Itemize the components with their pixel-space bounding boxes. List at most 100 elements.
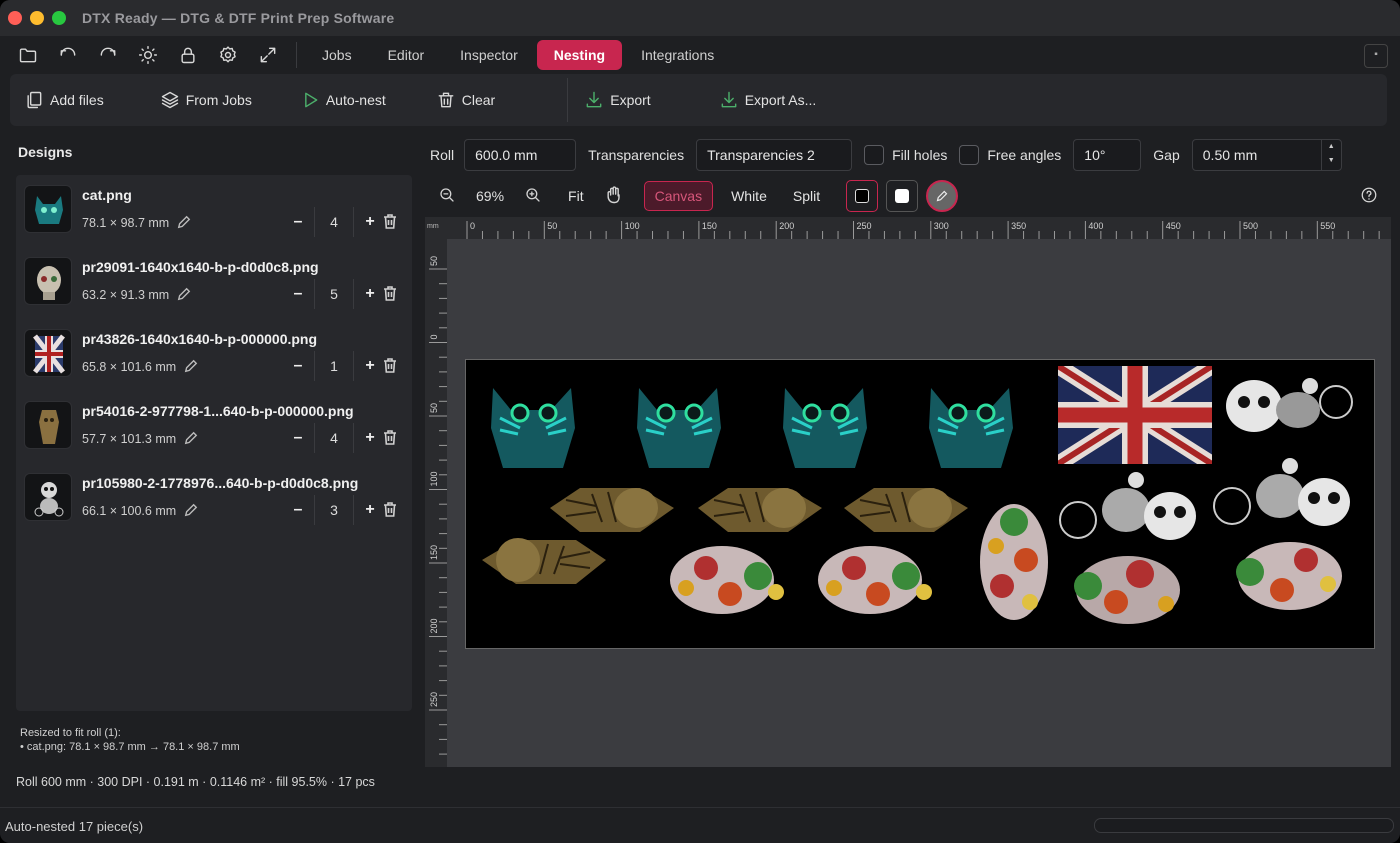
designs-list[interactable]: cat.png 78.1 × 98.7 mm – 4 + pr29091-164…: [16, 175, 412, 711]
ruler-label: 50: [429, 403, 439, 413]
zoom-in-button[interactable]: [524, 186, 542, 207]
nested-piece-cat[interactable]: [916, 368, 1026, 478]
remove-design-button[interactable]: [382, 357, 398, 377]
tab-integrations[interactable]: Integrations: [624, 40, 731, 70]
decrease-quantity-button[interactable]: –: [288, 285, 308, 303]
custom-color-button[interactable]: [926, 180, 959, 212]
increase-quantity-button[interactable]: +: [360, 285, 380, 303]
black-background-button[interactable]: [846, 180, 879, 212]
decrease-quantity-button[interactable]: –: [288, 357, 308, 375]
play-icon: [304, 92, 318, 108]
nested-piece-tiger[interactable]: [474, 528, 610, 594]
quantity-value[interactable]: 4: [314, 423, 354, 453]
nested-piece-tiger[interactable]: [840, 478, 972, 540]
design-item[interactable]: cat.png 78.1 × 98.7 mm – 4 +: [16, 175, 412, 243]
spin-up-icon[interactable]: ▲: [1322, 140, 1341, 154]
decrease-quantity-button[interactable]: –: [288, 429, 308, 447]
action-bar: Add files From Jobs Auto-nest Clear Expo…: [10, 74, 1387, 126]
quantity-value[interactable]: 1: [314, 351, 354, 381]
increase-quantity-button[interactable]: +: [360, 213, 380, 231]
quantity-value[interactable]: 4: [314, 207, 354, 237]
from-jobs-button[interactable]: From Jobs: [160, 74, 252, 126]
help-button[interactable]: [1360, 186, 1378, 207]
title-bar: DTX Ready — DTG & DTF Print Prep Softwar…: [0, 0, 1400, 36]
design-item[interactable]: pr43826-1640x1640-b-p-000000.png 65.8 × …: [16, 319, 412, 387]
fill-holes-checkbox[interactable]: [864, 145, 885, 165]
remove-design-button[interactable]: [382, 501, 398, 521]
canvas-mode-button[interactable]: Canvas: [643, 181, 714, 211]
export-as-button[interactable]: Export As...: [719, 74, 816, 126]
nested-piece-tiger[interactable]: [694, 478, 826, 540]
lock-button[interactable]: [168, 36, 208, 74]
free-angles-checkbox[interactable]: [959, 145, 980, 165]
split-mode-button[interactable]: Split: [783, 182, 830, 210]
panel-toggle-button[interactable]: ▪: [1364, 44, 1388, 68]
design-item[interactable]: pr29091-1640x1640-b-p-d0d0c8.png 63.2 × …: [16, 247, 412, 315]
roll-width-input[interactable]: 600.0 mm: [464, 139, 577, 171]
zoom-window-button[interactable]: [52, 11, 66, 25]
tab-nesting[interactable]: Nesting: [536, 40, 623, 70]
transparencies-select[interactable]: Transparencies 2: [696, 139, 853, 171]
nested-piece-cat[interactable]: [770, 368, 880, 478]
nested-piece-cat[interactable]: [478, 368, 588, 478]
free-angles-label: Free angles: [987, 147, 1062, 163]
edit-size-button[interactable]: [184, 431, 198, 448]
nested-piece-skull[interactable]: [1056, 550, 1188, 630]
nested-piece-skull[interactable]: [974, 490, 1054, 626]
export-button[interactable]: Export: [584, 74, 651, 126]
nested-piece-panda[interactable]: [1056, 468, 1204, 550]
clear-button[interactable]: Clear: [436, 74, 495, 126]
remove-design-button[interactable]: [382, 213, 398, 233]
tab-inspector[interactable]: Inspector: [443, 40, 535, 70]
design-item[interactable]: pr54016-2-977798-1...640-b-p-000000.png …: [16, 391, 412, 459]
tab-jobs[interactable]: Jobs: [305, 40, 369, 70]
edit-size-button[interactable]: [184, 359, 198, 376]
close-window-button[interactable]: [8, 11, 22, 25]
brightness-button[interactable]: [128, 36, 168, 74]
nested-piece-skull[interactable]: [1210, 536, 1346, 616]
undo-button[interactable]: [48, 36, 88, 74]
edit-size-button[interactable]: [177, 287, 191, 304]
edit-size-button[interactable]: [184, 503, 198, 520]
spin-down-icon[interactable]: ▼: [1322, 154, 1341, 168]
angle-input[interactable]: 10°: [1073, 139, 1142, 171]
open-folder-button[interactable]: [8, 36, 48, 74]
gap-spinner[interactable]: ▲ ▼: [1320, 140, 1341, 170]
pencil-icon: [184, 359, 198, 373]
fullscreen-button[interactable]: [248, 36, 288, 74]
quantity-value[interactable]: 3: [314, 495, 354, 525]
lock-icon: [181, 47, 195, 64]
nested-piece-panda[interactable]: [1210, 454, 1358, 540]
pan-tool-button[interactable]: [604, 185, 624, 208]
nested-piece-skull[interactable]: [814, 540, 950, 618]
fit-button[interactable]: Fit: [558, 182, 594, 210]
decrease-quantity-button[interactable]: –: [288, 501, 308, 519]
white-mode-button[interactable]: White: [721, 182, 777, 210]
quantity-value[interactable]: 5: [314, 279, 354, 309]
zoom-out-button[interactable]: [438, 186, 456, 207]
nested-piece-skull[interactable]: [666, 540, 802, 618]
nested-piece-flag[interactable]: [1058, 366, 1212, 464]
edit-size-button[interactable]: [177, 215, 191, 232]
remove-design-button[interactable]: [382, 429, 398, 449]
tab-editor[interactable]: Editor: [371, 40, 442, 70]
increase-quantity-button[interactable]: +: [360, 501, 380, 519]
increase-quantity-button[interactable]: +: [360, 429, 380, 447]
print-bed[interactable]: [465, 359, 1375, 649]
design-item[interactable]: pr105980-2-1778976...640-b-p-d0d0c8.png …: [16, 463, 412, 531]
white-background-button[interactable]: [886, 180, 919, 212]
gap-input[interactable]: 0.50 mm ▲ ▼: [1191, 139, 1342, 171]
nested-piece-cat[interactable]: [624, 368, 734, 478]
increase-quantity-button[interactable]: +: [360, 357, 380, 375]
redo-button[interactable]: [88, 36, 128, 74]
auto-nest-button[interactable]: Auto-nest: [300, 74, 386, 126]
minimize-window-button[interactable]: [30, 11, 44, 25]
remove-design-button[interactable]: [382, 285, 398, 305]
zoom-out-icon: [440, 187, 454, 202]
add-files-button[interactable]: Add files: [24, 74, 104, 126]
settings-button[interactable]: [208, 36, 248, 74]
quantity-stepper: – 5 +: [288, 279, 380, 309]
nested-piece-panda[interactable]: [1214, 364, 1356, 456]
nesting-canvas[interactable]: 050100150200250300350400450500550600 500…: [425, 217, 1391, 767]
decrease-quantity-button[interactable]: –: [288, 213, 308, 231]
